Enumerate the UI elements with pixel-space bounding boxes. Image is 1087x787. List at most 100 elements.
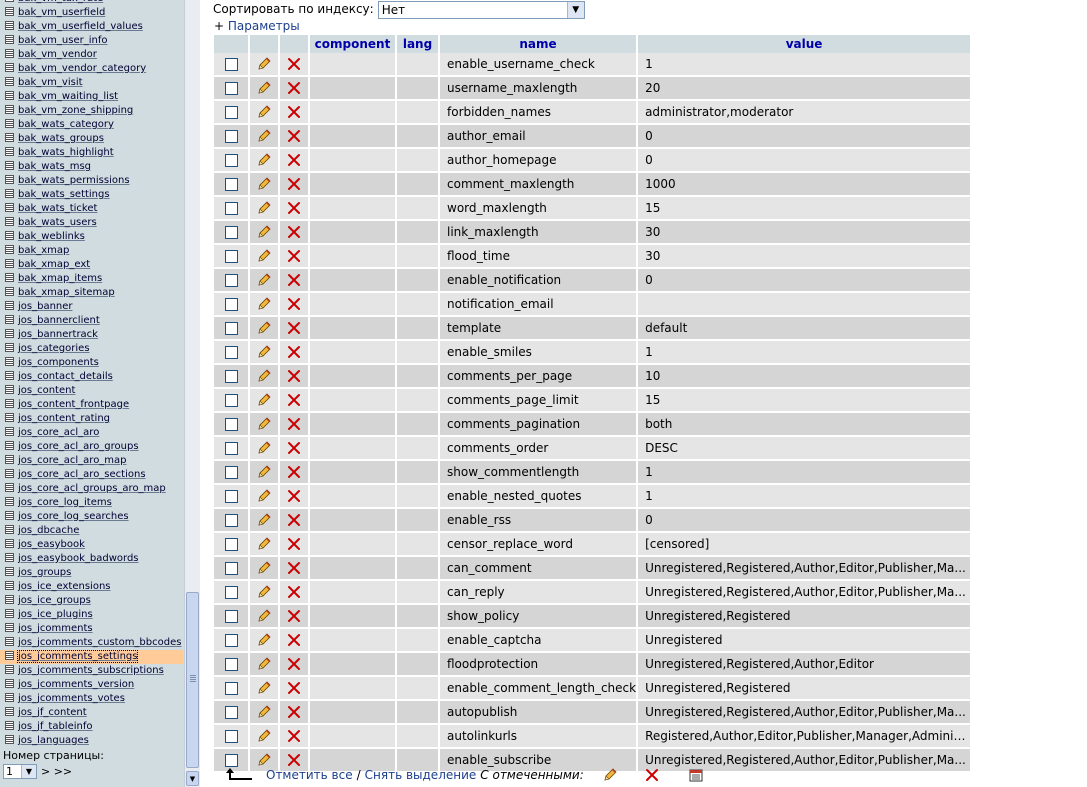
delete-x-icon[interactable] bbox=[287, 297, 301, 311]
row-checkbox[interactable] bbox=[224, 106, 238, 119]
table-icon[interactable] bbox=[5, 287, 14, 296]
table-list-item[interactable]: jos_dbcache bbox=[0, 524, 183, 538]
table-list-item[interactable]: bak_vm_vendor_category bbox=[0, 62, 183, 76]
table-list-item[interactable]: jos_jf_tableinfo bbox=[0, 720, 183, 734]
table-list-item[interactable]: jos_core_acl_aro_map bbox=[0, 454, 183, 468]
table-icon[interactable] bbox=[5, 483, 14, 492]
table-list-item[interactable]: bak_xmap bbox=[0, 244, 183, 258]
table-list-item[interactable]: jos_jcomments_settings bbox=[0, 650, 183, 664]
row-checkbox[interactable] bbox=[224, 658, 238, 671]
table-list-item-label[interactable]: jos_jcomments_custom_bbcodes bbox=[18, 637, 181, 648]
table-list-item[interactable]: jos_bannerclient bbox=[0, 314, 183, 328]
table-list-item[interactable]: jos_easybook bbox=[0, 538, 183, 552]
delete-x-icon[interactable] bbox=[287, 489, 301, 503]
table-list-item[interactable]: jos_ice_groups bbox=[0, 594, 183, 608]
uncheck-all-link[interactable]: Снять выделение bbox=[365, 768, 477, 782]
table-list-item[interactable]: jos_easybook_badwords bbox=[0, 552, 183, 566]
row-checkbox[interactable] bbox=[224, 562, 238, 575]
pencil-icon[interactable] bbox=[256, 536, 272, 552]
pencil-icon[interactable] bbox=[256, 416, 272, 432]
table-list-item-label[interactable]: bak_wats_groups bbox=[18, 133, 104, 144]
table-list-item-label[interactable]: bak_xmap_ext bbox=[18, 259, 90, 270]
row-checkbox[interactable] bbox=[224, 322, 238, 335]
table-list-item[interactable]: jos_jcomments bbox=[0, 622, 183, 636]
pager-next-link[interactable]: > >> bbox=[41, 765, 72, 778]
pencil-icon[interactable] bbox=[256, 392, 272, 408]
delete-x-icon[interactable] bbox=[287, 585, 301, 599]
table-list-item[interactable]: bak_wats_msg bbox=[0, 160, 183, 174]
table-list-item-label[interactable]: jos_ice_groups bbox=[18, 595, 91, 606]
table-icon[interactable] bbox=[5, 231, 14, 240]
delete-x-icon[interactable] bbox=[287, 393, 301, 407]
header-name[interactable]: name bbox=[440, 35, 637, 53]
pencil-icon[interactable] bbox=[256, 176, 272, 192]
sort-index-select[interactable]: Нет ▼ bbox=[377, 0, 585, 19]
row-checkbox[interactable] bbox=[224, 610, 238, 623]
pencil-icon[interactable] bbox=[256, 152, 272, 168]
table-list-item-label[interactable]: jos_core_acl_aro_sections bbox=[18, 469, 146, 480]
table-list-item-label[interactable]: jos_jcomments_subscriptions bbox=[18, 665, 164, 676]
table-icon[interactable] bbox=[5, 329, 14, 338]
pencil-icon[interactable] bbox=[256, 608, 272, 624]
table-list-item[interactable]: bak_xmap_items bbox=[0, 272, 183, 286]
table-list-item[interactable]: bak_vm_vendor bbox=[0, 48, 183, 62]
pencil-icon[interactable] bbox=[256, 272, 272, 288]
table-list-item-label[interactable]: bak_wats_highlight bbox=[18, 147, 114, 158]
table-list-item-label[interactable]: jos_core_acl_aro_map bbox=[18, 455, 127, 466]
table-icon[interactable] bbox=[5, 637, 14, 646]
table-list-item-label[interactable]: bak_wats_permissions bbox=[18, 175, 130, 186]
delete-x-icon[interactable] bbox=[287, 537, 301, 551]
table-list-item[interactable]: jos_banner bbox=[0, 300, 183, 314]
table-icon[interactable] bbox=[5, 469, 14, 478]
table-list-item[interactable]: bak_wats_settings bbox=[0, 188, 183, 202]
table-list-item-label[interactable]: jos_ice_plugins bbox=[18, 609, 93, 620]
delete-x-icon[interactable] bbox=[287, 729, 301, 743]
chevron-down-icon[interactable]: ▼ bbox=[566, 1, 584, 18]
table-list-item[interactable]: jos_categories bbox=[0, 342, 183, 356]
table-list-item[interactable]: jos_content_rating bbox=[0, 412, 183, 426]
table-list-item-label[interactable]: bak_vm_visit bbox=[18, 77, 83, 88]
table-list-item-label[interactable]: bak_wats_settings bbox=[18, 189, 110, 200]
row-checkbox[interactable] bbox=[224, 466, 238, 479]
pencil-icon[interactable] bbox=[256, 656, 272, 672]
table-list-item-label[interactable]: jos_core_acl_groups_aro_map bbox=[18, 483, 166, 494]
table-list-item[interactable]: bak_xmap_ext bbox=[0, 258, 183, 272]
row-checkbox[interactable] bbox=[224, 274, 238, 287]
table-list-item[interactable]: bak_wats_permissions bbox=[0, 174, 183, 188]
table-list-item-label[interactable]: jos_jcomments_settings bbox=[16, 650, 139, 663]
table-list-item-label[interactable]: jos_easybook_badwords bbox=[18, 553, 139, 564]
table-icon[interactable] bbox=[5, 609, 14, 618]
table-list-item[interactable]: jos_ice_extensions bbox=[0, 580, 183, 594]
table-icon[interactable] bbox=[5, 63, 14, 72]
table-list-item[interactable]: jos_content bbox=[0, 384, 183, 398]
table-icon[interactable] bbox=[5, 105, 14, 114]
table-list-item-label[interactable]: jos_core_acl_aro_groups bbox=[18, 441, 139, 452]
pencil-icon[interactable] bbox=[256, 632, 272, 648]
table-list-item-label[interactable]: jos_components bbox=[18, 357, 99, 368]
delete-x-icon[interactable] bbox=[287, 249, 301, 263]
pencil-icon[interactable] bbox=[256, 56, 272, 72]
table-list-item-label[interactable]: jos_content bbox=[18, 385, 75, 396]
row-checkbox[interactable] bbox=[224, 418, 238, 431]
table-list-item[interactable]: bak_vm_visit bbox=[0, 76, 183, 90]
table-list-item-label[interactable]: jos_jcomments_version bbox=[18, 679, 134, 690]
pencil-icon[interactable] bbox=[256, 464, 272, 480]
table-list-item[interactable]: jos_core_log_searches bbox=[0, 510, 183, 524]
delete-x-icon[interactable] bbox=[287, 81, 301, 95]
table-list-item[interactable]: bak_weblinks bbox=[0, 230, 183, 244]
delete-x-icon[interactable] bbox=[287, 201, 301, 215]
table-icon[interactable] bbox=[5, 273, 14, 282]
delete-x-icon[interactable] bbox=[287, 57, 301, 71]
table-list-item[interactable]: jos_jcomments_version bbox=[0, 678, 183, 692]
row-checkbox[interactable] bbox=[224, 730, 238, 743]
pencil-icon[interactable] bbox=[256, 704, 272, 720]
table-list-item-label[interactable]: bak_wats_msg bbox=[18, 161, 91, 172]
table-list-item-label[interactable]: bak_xmap_sitemap bbox=[18, 287, 115, 298]
table-list-item[interactable]: bak_wats_groups bbox=[0, 132, 183, 146]
table-list-item[interactable]: bak_vm_userfield_values bbox=[0, 20, 183, 34]
pencil-icon[interactable] bbox=[256, 80, 272, 96]
chevron-down-icon[interactable]: ▼ bbox=[21, 765, 36, 778]
table-icon[interactable] bbox=[5, 651, 14, 660]
table-icon[interactable] bbox=[5, 413, 14, 422]
table-list-item[interactable]: jos_languages bbox=[0, 734, 183, 748]
